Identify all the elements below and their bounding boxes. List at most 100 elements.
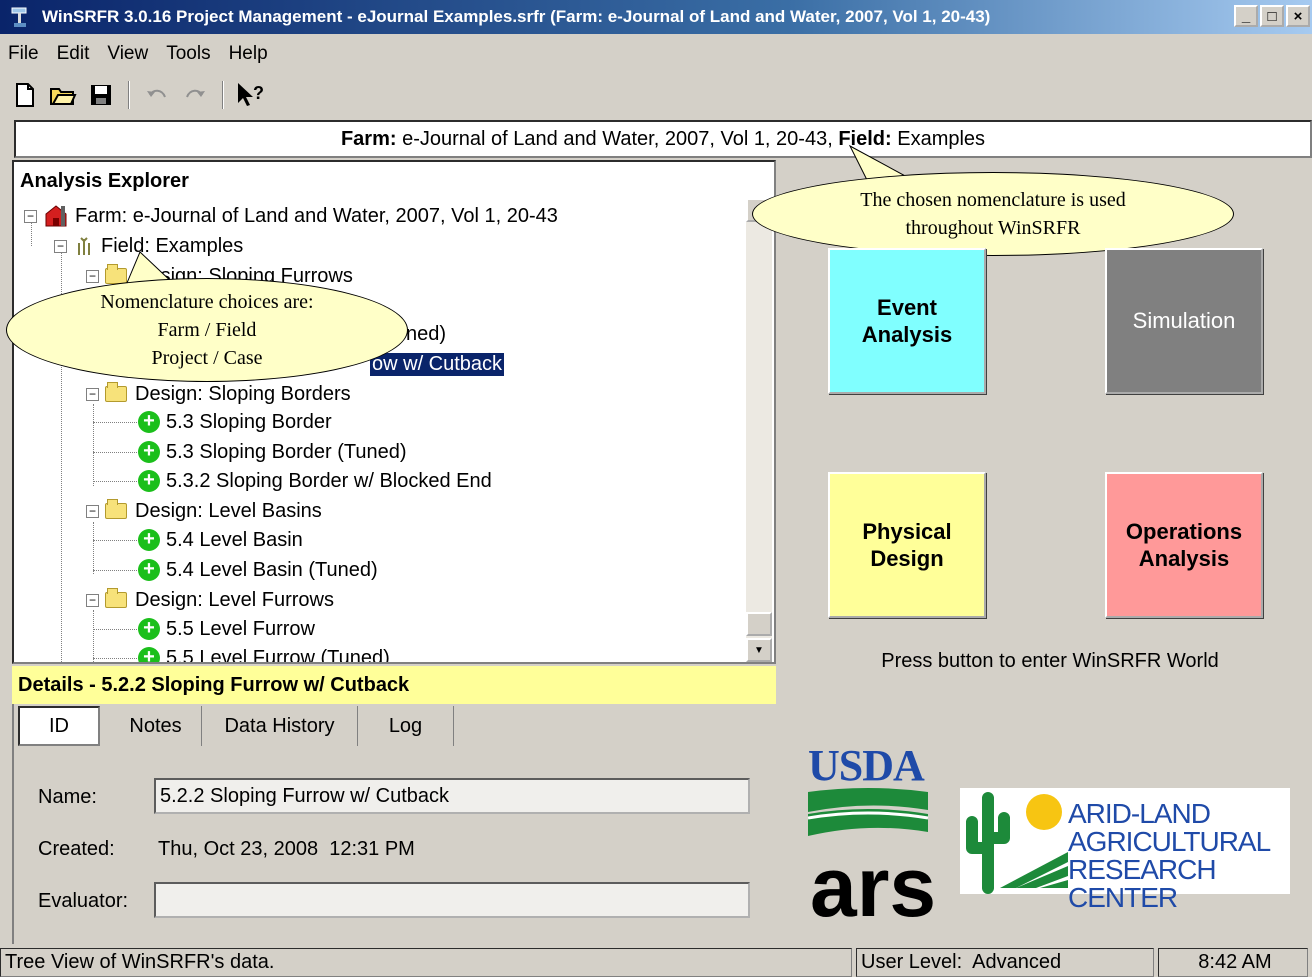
tab-id[interactable]: ID — [18, 706, 100, 746]
collapse-icon[interactable]: − — [24, 209, 37, 223]
toolbar-separator — [222, 81, 224, 109]
name-field[interactable]: 5.2.2 Sloping Furrow w/ Cutback — [154, 778, 750, 814]
case-plus-icon: + — [138, 470, 160, 492]
tree-node-case[interactable]: + 5.5 Level Furrow — [138, 615, 315, 643]
toolbar-separator — [128, 81, 130, 109]
usda-ars-logo: USDA ars — [808, 741, 938, 928]
tab-notes[interactable]: Notes — [110, 706, 202, 746]
farm-barn-icon — [45, 205, 67, 227]
tree-node-case[interactable]: + 5.3 Sloping Border (Tuned) — [138, 438, 407, 466]
status-message: Tree View of WinSRFR's data. — [0, 948, 852, 977]
svg-text:?: ? — [253, 83, 264, 103]
cactus-sun-icon — [966, 792, 1068, 894]
simulation-button[interactable]: Simulation — [1105, 248, 1263, 394]
tree-node-case[interactable]: + 5.4 Level Basin — [138, 526, 303, 554]
tree-label-case: 5.3.2 Sloping Border w/ Blocked End — [166, 469, 492, 492]
tab-data-history[interactable]: Data History — [202, 706, 358, 746]
farm-label: Farm: — [340, 127, 397, 150]
title-bar: WinSRFR 3.0.16 Project Management - eJou… — [0, 0, 1312, 34]
tree-label-case: 5.3 Sloping Border — [166, 410, 332, 433]
scroll-thumb[interactable] — [746, 612, 772, 636]
menu-file[interactable]: File — [8, 43, 39, 65]
explorer-scrollbar[interactable]: ▲ ▼ — [746, 198, 772, 662]
folder-icon — [105, 499, 127, 519]
menu-view[interactable]: View — [107, 43, 148, 65]
save-icon[interactable] — [86, 80, 116, 110]
callout-line: Nomenclature choices are: — [100, 291, 314, 313]
menu-edit[interactable]: Edit — [57, 43, 90, 65]
case-plus-icon: + — [138, 441, 160, 463]
tree-label-farm: Farm: e-Journal of Land and Water, 2007,… — [75, 204, 558, 227]
maximize-button[interactable]: □ — [1260, 5, 1284, 27]
window-title: WinSRFR 3.0.16 Project Management - eJou… — [42, 7, 991, 26]
tree-label-project: Design: Level Basins — [135, 499, 322, 522]
tree-label-case: 5.5 Level Furrow (Tuned) — [166, 646, 390, 664]
toolbar: ? — [0, 76, 1312, 114]
tree-node-case[interactable]: + 5.5 Level Furrow (Tuned) — [138, 644, 390, 664]
physical-design-button[interactable]: Physical Design — [828, 472, 986, 618]
aridland-line: AGRICULTURAL — [1068, 826, 1271, 857]
case-plus-icon: + — [138, 618, 160, 640]
details-panel: ID Notes Data History Log Name: 5.2.2 Sl… — [12, 704, 776, 944]
context-help-icon[interactable]: ? — [236, 80, 266, 110]
aridland-line: ARID-LAND — [1068, 798, 1211, 829]
ars-logo-text: ars — [810, 840, 936, 928]
app-icon — [10, 5, 34, 29]
redo-icon[interactable] — [180, 80, 210, 110]
minimize-button[interactable]: _ — [1234, 5, 1258, 27]
farm-value: e-Journal of Land and Water, 2007, Vol 1… — [402, 127, 833, 150]
tree-label-case: 5.4 Level Basin — [166, 528, 303, 551]
close-button[interactable]: × — [1286, 5, 1310, 27]
tree-node-case[interactable]: + 5.3 Sloping Border — [138, 408, 332, 436]
status-user-level: User Level: Advanced — [856, 948, 1154, 977]
tree-label-case: 5.4 Level Basin (Tuned) — [166, 558, 378, 581]
usda-logo-text: USDA — [808, 741, 925, 790]
open-folder-icon[interactable] — [48, 80, 78, 110]
case-plus-icon: + — [138, 411, 160, 433]
callout-line: Project / Case — [151, 347, 263, 369]
tree-label-project: Design: Level Furrows — [135, 588, 334, 611]
scroll-down-icon[interactable]: ▼ — [746, 638, 772, 662]
callout-line: Farm / Field — [157, 319, 257, 341]
tree-node-project-level-basins[interactable]: − Design: Level Basins — [86, 497, 322, 525]
event-analysis-button[interactable]: Event Analysis — [828, 248, 986, 394]
explorer-title: Analysis Explorer — [20, 170, 189, 192]
tree-label-case: 5.5 Level Furrow — [166, 617, 315, 640]
farm-field-info-bar: Farm: e-Journal of Land and Water, 2007,… — [14, 120, 1312, 158]
evaluator-field[interactable] — [154, 882, 750, 918]
analysis-explorer: Analysis Explorer − Farm: e-Journal of L… — [12, 160, 776, 664]
status-bar: Tree View of WinSRFR's data. User Level:… — [0, 946, 1312, 977]
collapse-icon[interactable]: − — [86, 593, 99, 607]
evaluator-label: Evaluator: — [38, 890, 129, 912]
world-prompt: Press button to enter WinSRFR World — [881, 650, 1219, 672]
aridland-logo: ARID-LAND AGRICULTURAL RESEARCH CENTER — [960, 788, 1290, 912]
aridland-line: RESEARCH CENTER — [1068, 854, 1217, 913]
tree-node-project-level-furrows[interactable]: − Design: Level Furrows — [86, 586, 334, 614]
menu-tools[interactable]: Tools — [166, 43, 210, 65]
tree-label-case: 5.3 Sloping Border (Tuned) — [166, 440, 407, 463]
status-time: 8:42 AM — [1158, 948, 1308, 977]
callout-line: throughout WinSRFR — [905, 217, 1081, 239]
collapse-icon[interactable]: − — [86, 504, 99, 518]
case-plus-icon: + — [138, 647, 160, 662]
chosen-nomenclature-callout: The chosen nomenclature is used througho… — [752, 172, 1234, 256]
tree-node-case-partial[interactable]: ned) — [406, 320, 446, 348]
operations-analysis-button[interactable]: Operations Analysis — [1105, 472, 1263, 618]
tree-node-farm[interactable]: − Farm: e-Journal of Land and Water, 200… — [24, 202, 558, 230]
menu-help[interactable]: Help — [229, 43, 268, 65]
case-plus-icon: + — [138, 529, 160, 551]
tree-label-case: ned) — [406, 322, 447, 345]
name-label: Name: — [38, 786, 97, 808]
created-label: Created: — [38, 838, 115, 860]
callout-line: The chosen nomenclature is used — [860, 189, 1126, 211]
undo-icon[interactable] — [142, 80, 172, 110]
folder-icon — [105, 588, 127, 608]
nomenclature-callout: Nomenclature choices are: Farm / Field P… — [6, 278, 408, 382]
new-file-icon[interactable] — [10, 80, 40, 110]
menu-bar: File Edit View Tools Help — [0, 34, 1312, 74]
tree-node-case[interactable]: + 5.4 Level Basin (Tuned) — [138, 556, 378, 584]
created-value: Thu, Oct 23, 2008 12:31 PM — [158, 838, 415, 860]
tab-log[interactable]: Log — [358, 706, 454, 746]
tree-node-case[interactable]: + 5.3.2 Sloping Border w/ Blocked End — [138, 467, 492, 495]
case-plus-icon: + — [138, 559, 160, 581]
